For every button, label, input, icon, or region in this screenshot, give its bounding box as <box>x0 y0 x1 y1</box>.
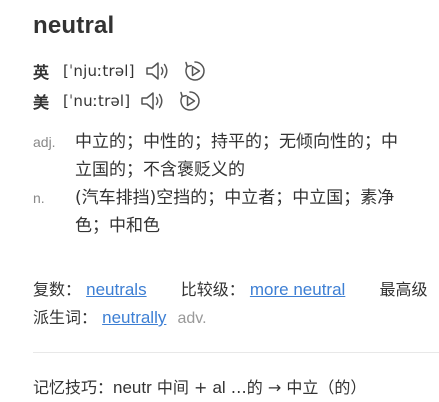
derived-pos: adv. <box>177 310 207 327</box>
definition-noun: n. (汽车排挡)空挡的；中立者；中立国；素净色；中和色 <box>33 184 433 240</box>
pronunciation-us: 美 [ˈnuːtrəl] <box>33 89 202 113</box>
plural-label: 复数： <box>33 280 82 299</box>
replay-icon[interactable] <box>178 89 202 113</box>
word-forms: 复数： neutrals 比较级： more neutral 最高级 派生词： … <box>33 276 439 333</box>
pos-label: adj. <box>33 134 56 150</box>
definition-text: (汽车排挡)空挡的；中立者；中立国；素净色；中和色 <box>75 188 395 236</box>
mnemonic-meaning: …的 → 中立（的） <box>225 378 367 397</box>
comparative-link[interactable]: more neutral <box>250 280 345 299</box>
derived-row: 派生词： neutrally adv. <box>33 304 439 333</box>
phonetic-uk: [ˈnjuːtrəl] <box>63 62 135 80</box>
derived-link[interactable]: neutrally <box>102 308 166 327</box>
mnemonic: 记忆技巧：neutr 中间 + al …的 → 中立（的） <box>33 374 366 398</box>
plural-link[interactable]: neutrals <box>86 280 146 299</box>
pos-label: n. <box>33 190 45 206</box>
definition-text: 中立的；中性的；持平的；无倾向性的；中立国的；不含褒贬义的 <box>75 132 398 180</box>
region-label-uk: 英 <box>33 63 50 82</box>
superlative-label: 最高级 <box>379 280 428 299</box>
phonetic-us: [ˈnuːtrəl] <box>63 92 131 110</box>
definition-adj: adj. 中立的；中性的；持平的；无倾向性的；中立国的；不含褒贬义的 <box>33 128 433 184</box>
word-forms-row: 复数： neutrals 比较级： more neutral 最高级 <box>33 276 439 304</box>
comparative-label: 比较级： <box>180 280 245 299</box>
speaker-icon[interactable] <box>140 90 166 112</box>
pronunciation-uk: 英 [ˈnjuːtrəl] <box>33 59 207 83</box>
mnemonic-label: 记忆技巧： <box>33 378 114 397</box>
mnemonic-root: neutr <box>113 378 152 397</box>
speaker-icon[interactable] <box>145 60 171 82</box>
region-label-us: 美 <box>33 93 50 112</box>
definitions-list: adj. 中立的；中性的；持平的；无倾向性的；中立国的；不含褒贬义的 n. (汽… <box>33 128 433 240</box>
divider <box>33 352 439 353</box>
mnemonic-suffix: al <box>212 378 226 397</box>
headword: neutral <box>33 12 115 39</box>
replay-icon[interactable] <box>183 59 207 83</box>
derived-label: 派生词： <box>33 308 98 327</box>
mnemonic-middle: 中间 + <box>151 378 213 397</box>
